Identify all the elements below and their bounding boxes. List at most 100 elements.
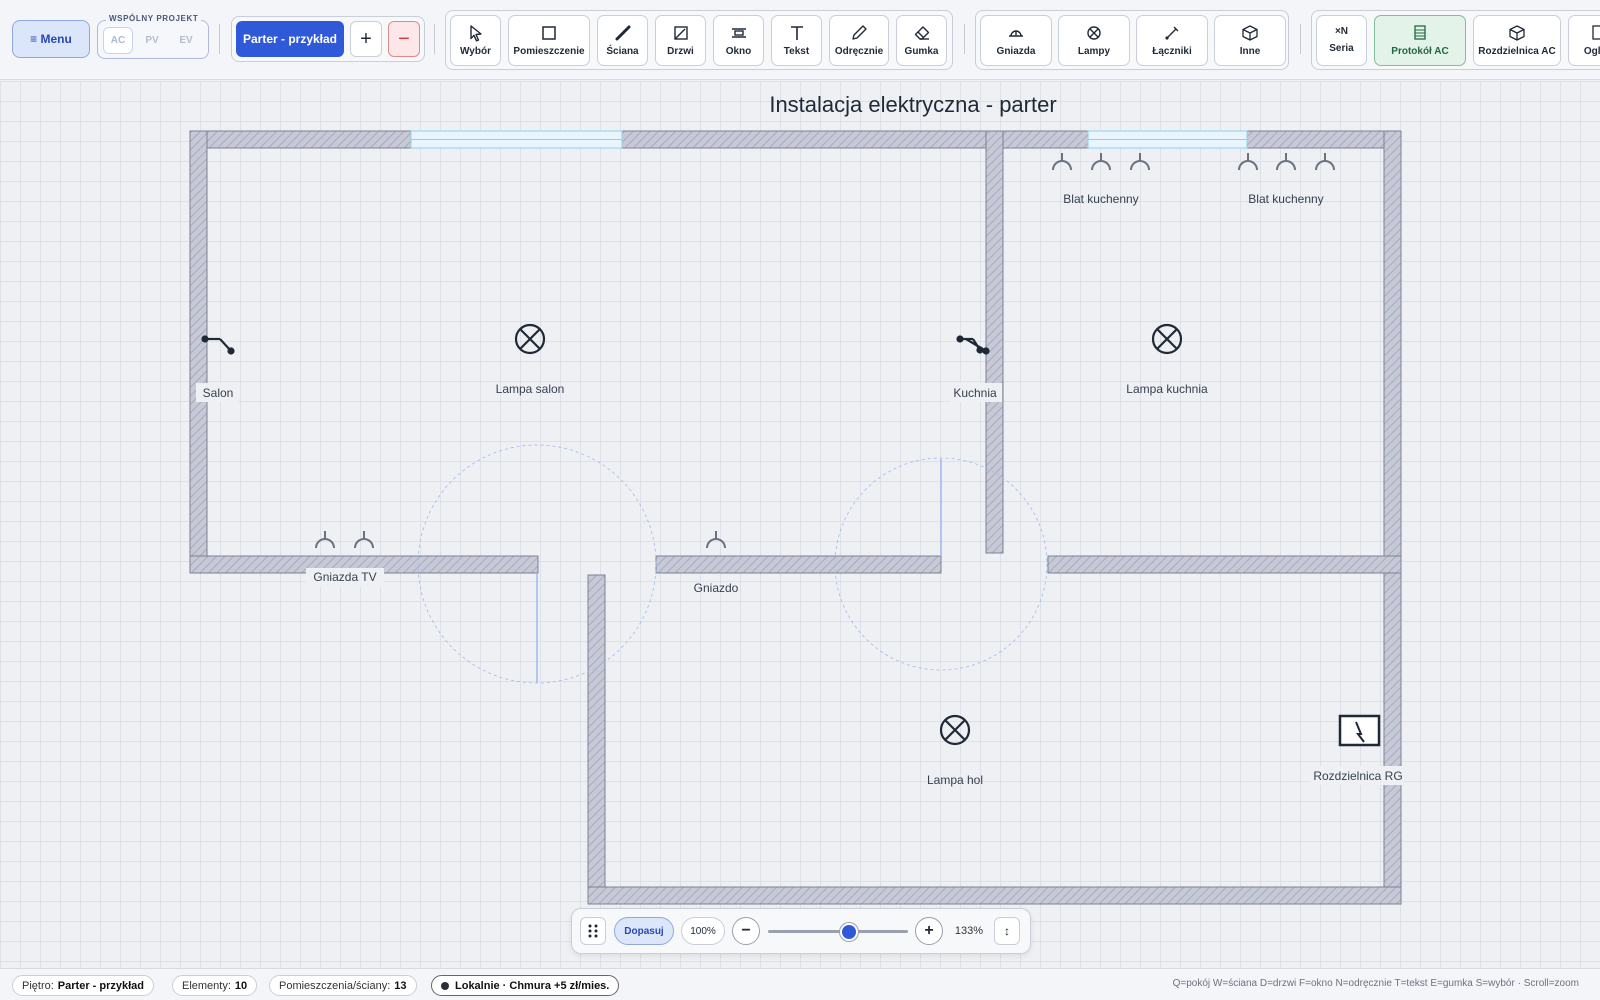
zoom-out-button[interactable]: − [732,917,760,945]
wall[interactable] [994,130,1089,149]
wall[interactable] [1383,130,1402,905]
socket-icon[interactable] [706,531,726,549]
wall[interactable] [621,130,996,149]
wall[interactable] [1047,555,1402,574]
door-icon [673,26,688,40]
tool-wall[interactable]: Ściana [597,15,648,66]
walls[interactable] [189,130,1402,905]
cursor-icon [469,25,482,42]
wall[interactable] [655,555,942,574]
label-lamp-kitchen[interactable]: Lampa kuchnia [1126,382,1208,396]
label-socket[interactable]: Gniazdo [694,581,739,595]
status-floor-prefix: Piętro: [22,979,54,992]
socket-icon[interactable] [354,531,374,549]
floor-plan[interactable]: Instalacja elektryczna - parter Salon La… [0,81,1600,968]
socket-icon[interactable] [1052,153,1072,171]
switchboard-icon[interactable] [1338,714,1381,747]
fit-button[interactable]: Dopasuj [614,917,674,945]
tool-freehand[interactable]: Odręcznie [829,15,889,66]
label-salon[interactable]: Salon [203,386,234,400]
tool-inspection-label: Oględ [1583,46,1600,57]
tool-inspection[interactable]: Oględ [1568,15,1600,66]
plan-labels: Salon Lampa salon Kuchnia Lampa kuchnia … [196,192,1404,787]
tool-series[interactable]: ×N Seria [1316,15,1367,66]
zoom-slider[interactable] [768,917,908,945]
project-tab-ac[interactable]: AC [103,27,133,54]
tool-protocol-ac[interactable]: Protokół AC [1374,15,1466,66]
plan-canvas[interactable]: Instalacja elektryczna - parter Salon La… [0,81,1600,968]
tool-window[interactable]: Okno [713,15,764,66]
lamp-icon[interactable] [514,323,546,355]
lamp-icon[interactable] [939,714,971,746]
socket-icon[interactable] [1238,153,1258,171]
tool-other[interactable]: Inne [1214,15,1286,66]
project-tab-ev[interactable]: EV [171,27,201,54]
expand-icon[interactable]: ↕ [994,917,1020,945]
storage-badge[interactable]: Lokalnie · Chmura +5 zł/mies. [431,975,620,996]
wall[interactable] [189,130,412,149]
label-lamp-living[interactable]: Lampa salon [496,382,565,396]
floor-group: Parter - przykład + − [231,16,425,62]
wall[interactable] [985,130,1004,554]
sockets[interactable] [315,153,1335,549]
floor-select-button[interactable]: Parter - przykład [236,21,344,57]
socket-icon[interactable] [1091,153,1111,171]
wall[interactable] [587,574,606,905]
tool-door-label: Drzwi [667,46,694,57]
wall[interactable] [189,130,208,574]
socket-icon[interactable] [315,531,335,549]
switch-icon [1165,26,1179,40]
tool-lamps-label: Lampy [1077,46,1111,57]
zoom-level: 133% [954,925,984,937]
add-floor-button[interactable]: + [350,21,382,57]
switch-icon[interactable] [956,335,990,355]
room-icon [542,26,556,40]
tool-eraser[interactable]: Gumka [896,15,947,66]
tool-switches-label: Łączniki [1152,46,1192,57]
tool-text-label: Tekst [783,46,810,57]
lamp-icon[interactable] [1151,323,1183,355]
label-switchboard[interactable]: Rozdzielnica RG [1313,769,1402,783]
label-lamp-hall[interactable]: Lampa hol [927,773,983,787]
tool-switchboard-ac[interactable]: Rozdzielnica AC [1473,15,1561,66]
tool-select[interactable]: Wybór [450,15,501,66]
project-tab-pv[interactable]: PV [137,27,167,54]
label-counter-2[interactable]: Blat kuchenny [1248,192,1323,206]
extra-tools-group: ×N Seria Protokół AC Rozdzielnica AC Ogl… [1311,10,1600,70]
socket-icon[interactable] [1315,153,1335,171]
socket-icon[interactable] [1276,153,1296,171]
zoom-reset-button[interactable]: 100% [681,917,725,945]
zoom-slider-thumb[interactable] [840,923,859,941]
tool-sockets-label: Gniazda [996,46,1036,57]
tool-sockets[interactable]: Gniazda [980,15,1052,66]
toolbar-divider [1300,24,1301,54]
zoom-in-button[interactable]: + [915,917,943,945]
tool-switches[interactable]: Łączniki [1136,15,1208,66]
lamps[interactable] [514,323,1183,746]
tool-room[interactable]: Pomieszczenie [508,15,590,66]
tool-lamps[interactable]: Lampy [1058,15,1130,66]
socket-icon[interactable] [1130,153,1150,171]
tool-switchboard-ac-label: Rozdzielnica AC [1478,46,1556,57]
status-elements-value: 10 [234,979,248,992]
status-rooms-value: 13 [394,979,407,992]
tool-door[interactable]: Drzwi [655,15,706,66]
tool-other-label: Inne [1239,46,1261,57]
remove-floor-button[interactable]: − [388,21,420,57]
status-rooms-prefix: Pomieszczenia/ściany: [279,979,391,992]
label-counter-1[interactable]: Blat kuchenny [1063,192,1138,206]
tool-freehand-label: Odręcznie [834,46,884,57]
wall[interactable] [587,886,1402,905]
menu-button[interactable]: ≡ Menu [12,20,90,58]
label-kitchen[interactable]: Kuchnia [953,386,997,400]
label-tv-sockets[interactable]: Gniazda TV [313,570,376,584]
electrical-tools-group: Gniazda Lampy Łączniki Inne [975,10,1289,70]
socket-icon [1009,30,1023,37]
tool-text[interactable]: Tekst [771,15,822,66]
toolbar: ≡ Menu WSPÓLNY PROJEKT AC PV EV Parter -… [0,0,1600,80]
drag-handle[interactable] [580,917,606,945]
inspect-icon [1592,25,1600,40]
switches[interactable] [201,335,990,355]
wall[interactable] [1246,130,1402,149]
protocol-icon [1414,25,1426,40]
